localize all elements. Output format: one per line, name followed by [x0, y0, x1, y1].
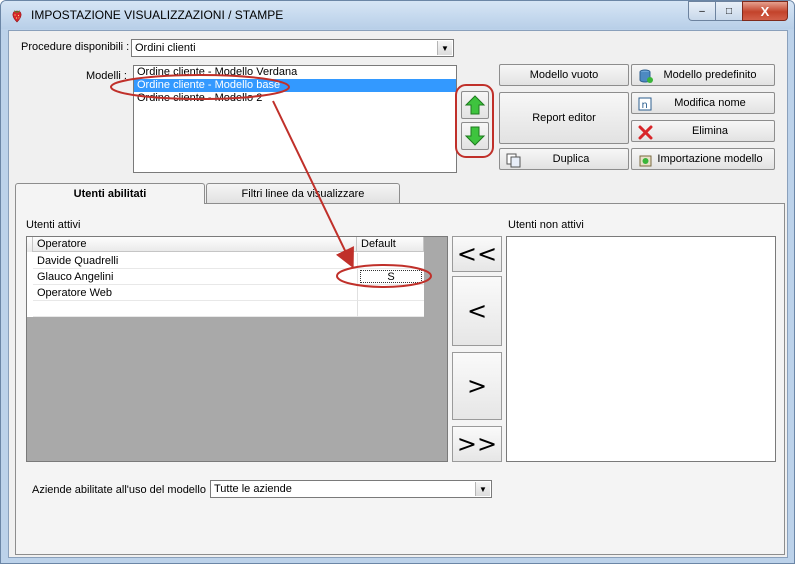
copy-icon	[506, 153, 521, 168]
table-row-operator[interactable]: Operatore Web	[33, 285, 357, 301]
tab-utenti-abilitati[interactable]: Utenti abilitati	[15, 183, 205, 204]
rename-icon: n	[638, 97, 652, 111]
inactive-users-list[interactable]	[506, 236, 776, 462]
duplica-label: Duplica	[552, 153, 590, 165]
list-item-selected[interactable]: Ordine cliente - Modello base	[134, 79, 456, 92]
procedures-label: Procedure disponibili :	[21, 41, 130, 53]
move-right-button[interactable]: >	[452, 352, 502, 420]
close-button[interactable]: X	[742, 1, 788, 21]
import-icon	[639, 155, 652, 167]
aziende-value: Tutte le aziende	[214, 483, 292, 495]
move-all-right-button[interactable]: >>	[452, 426, 502, 462]
table-row-empty	[33, 301, 357, 317]
modifica-nome-button[interactable]: n Modifica nome	[631, 92, 775, 114]
table-row-default[interactable]	[357, 253, 424, 269]
minimize-icon: –	[699, 5, 705, 17]
dialog-body: Procedure disponibili : Ordini clienti ▼…	[8, 30, 788, 558]
aziende-label: Aziende abilitate all'uso del modello :	[32, 484, 213, 496]
elimina-label: Elimina	[691, 125, 729, 137]
move-right-icon: >	[466, 372, 488, 400]
move-all-left-icon: <<	[456, 240, 498, 268]
move-left-icon: <	[466, 297, 488, 325]
column-header-default[interactable]: Default	[357, 237, 424, 252]
chevron-down-icon[interactable]: ▼	[475, 482, 490, 496]
duplica-button[interactable]: Duplica	[499, 148, 629, 170]
tab-label: Filtri linee da visualizzare	[241, 187, 365, 200]
list-item[interactable]: Ordine cliente - Modello Verdana	[134, 66, 456, 79]
table-row-default[interactable]	[357, 285, 424, 301]
importazione-modello-button[interactable]: Importazione modello	[631, 148, 775, 170]
report-editor-button[interactable]: Report editor	[499, 92, 629, 144]
tab-panel-utenti: Utenti attivi Utenti non attivi Operator…	[15, 203, 785, 555]
move-up-button[interactable]	[461, 91, 489, 119]
tab-label: Utenti abilitati	[73, 188, 147, 200]
move-left-button[interactable]: <	[452, 276, 502, 346]
elimina-button[interactable]: Elimina	[631, 120, 775, 142]
default-cell-focus: S	[360, 270, 422, 283]
chevron-down-icon[interactable]: ▼	[437, 41, 452, 55]
maximize-icon: □	[725, 5, 733, 17]
window-controls: – □ X	[688, 1, 788, 21]
modello-vuoto-label: Modello vuoto	[529, 69, 599, 81]
modello-vuoto-button[interactable]: Modello vuoto	[499, 64, 629, 86]
aziende-dropdown[interactable]: Tutte le aziende ▼	[210, 480, 492, 498]
modello-predefinito-label: Modello predefinito	[663, 69, 757, 81]
title-bar[interactable]: IMPOSTAZIONE VISUALIZZAZIONI / STAMPE – …	[1, 1, 794, 29]
column-header-operatore[interactable]: Operatore	[33, 237, 357, 252]
models-label: Modelli :	[86, 70, 127, 82]
arrow-up-icon	[464, 95, 486, 115]
strawberry-icon	[12, 10, 22, 23]
procedures-value: Ordini clienti	[135, 42, 196, 54]
arrow-down-icon	[464, 126, 486, 146]
delete-icon	[638, 125, 653, 140]
table-row-default[interactable]: S	[357, 269, 424, 285]
active-users-grid[interactable]: Operatore Default Davide Quadrelli Glauc…	[26, 236, 448, 462]
inactive-users-label: Utenti non attivi	[508, 219, 584, 231]
table-row-operator[interactable]: Davide Quadrelli	[33, 253, 357, 269]
table-row-empty	[357, 301, 424, 317]
procedures-dropdown[interactable]: Ordini clienti ▼	[131, 39, 454, 57]
grid-rows: Operatore Default Davide Quadrelli Glauc…	[27, 237, 424, 317]
main-window: IMPOSTAZIONE VISUALIZZAZIONI / STAMPE – …	[0, 0, 795, 564]
report-editor-label: Report editor	[532, 112, 596, 124]
active-users-label: Utenti attivi	[26, 219, 81, 231]
minimize-button[interactable]: –	[688, 1, 715, 21]
move-all-left-button[interactable]: <<	[452, 236, 502, 272]
move-all-right-icon: >>	[456, 430, 498, 458]
close-icon: X	[760, 3, 770, 19]
importazione-modello-label: Importazione modello	[657, 153, 763, 165]
svg-text:n: n	[642, 100, 648, 111]
models-list[interactable]: Ordine cliente - Modello Verdana Ordine …	[133, 65, 457, 173]
table-row-operator[interactable]: Glauco Angelini	[33, 269, 357, 285]
list-item[interactable]: Ordine cliente - Modello 2	[134, 92, 456, 105]
tab-filtri-linee[interactable]: Filtri linee da visualizzare	[206, 183, 400, 203]
window-title: IMPOSTAZIONE VISUALIZZAZIONI / STAMPE	[31, 8, 284, 22]
maximize-button[interactable]: □	[715, 1, 742, 21]
move-down-button[interactable]	[461, 122, 489, 150]
modifica-nome-label: Modifica nome	[674, 97, 746, 109]
modello-predefinito-button[interactable]: Modello predefinito	[631, 64, 775, 86]
database-add-icon	[639, 69, 653, 83]
